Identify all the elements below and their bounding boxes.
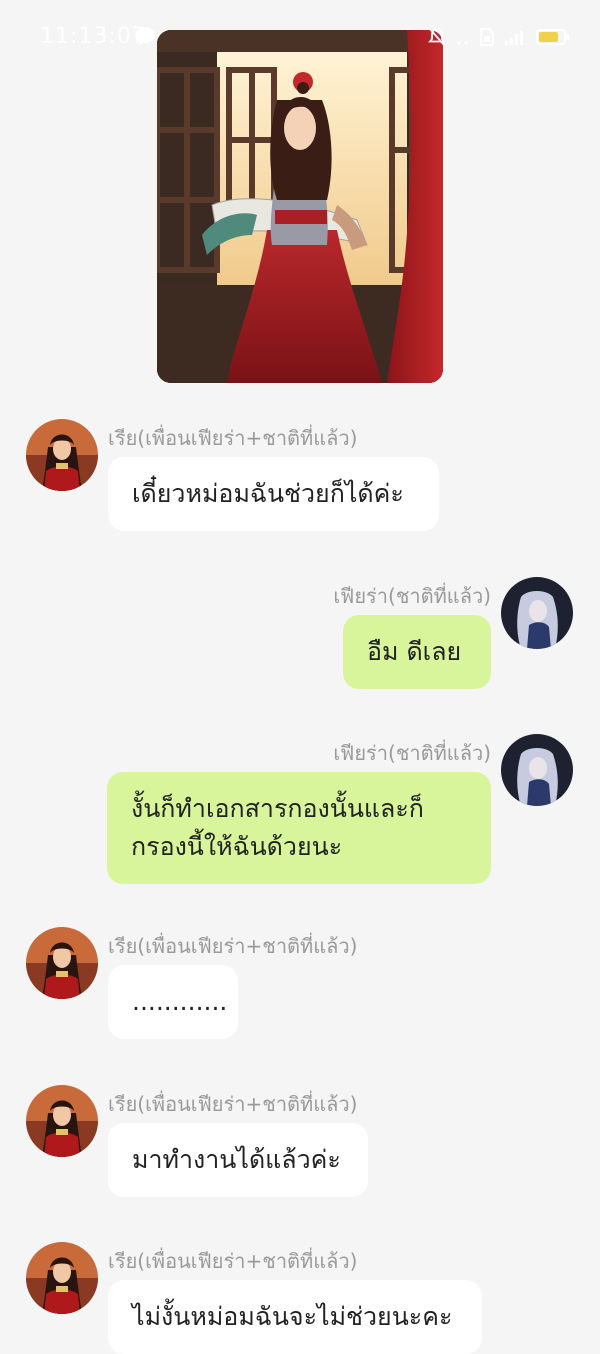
data-activity-icon <box>457 41 468 45</box>
user-avatar[interactable] <box>501 577 573 649</box>
status-time: 11:13:07 <box>40 24 147 49</box>
message-bubble-outgoing[interactable]: อืม ดีเลย <box>343 615 491 689</box>
contact-avatar[interactable] <box>26 927 98 999</box>
chat-app-icon <box>135 27 155 45</box>
contact-avatar[interactable] <box>26 1242 98 1314</box>
contact-avatar[interactable] <box>26 1085 98 1157</box>
avatar-red-dress-icon <box>26 927 98 999</box>
message-bubble-incoming[interactable]: มาทำงานได้แล้วค่ะ <box>108 1123 368 1197</box>
status-bar: 11:13:07 <box>0 0 600 74</box>
anime-illustration-image <box>157 30 443 383</box>
sender-name: เรีย(เพื่อนเฟียร่า+ชาติที่แล้ว) <box>108 426 358 450</box>
message-bubble-incoming[interactable]: เดี๋ยวหม่อมฉันช่วยก็ได้ค่ะ <box>108 457 439 531</box>
avatar-red-dress-icon <box>26 1085 98 1157</box>
sender-name: เรีย(เพื่อนเฟียร่า+ชาติที่แล้ว) <box>108 1092 358 1116</box>
signal-icon <box>505 30 523 45</box>
sender-name: เรีย(เพื่อนเฟียร่า+ชาติที่แล้ว) <box>108 934 358 958</box>
sender-name: เฟียร่า(ชาติที่แล้ว) <box>333 741 491 765</box>
message-bubble-incoming[interactable]: ............ <box>108 965 238 1039</box>
contact-avatar[interactable] <box>26 419 98 491</box>
avatar-silver-hair-icon <box>501 577 573 649</box>
battery-level-fill <box>539 32 558 42</box>
message-bubble-outgoing[interactable]: งั้นก็ทำเอกสารกองนั้นและก็ กรองนี้ให้ฉัน… <box>107 772 491 884</box>
sender-name: เฟียร่า(ชาติที่แล้ว) <box>333 584 491 608</box>
battery-icon <box>536 29 569 45</box>
sender-name: เรีย(เพื่อนเฟียร่า+ชาติที่แล้ว) <box>108 1249 358 1273</box>
avatar-red-dress-icon <box>26 419 98 491</box>
message-bubble-incoming[interactable]: ไม่งั้นหม่อมฉันจะไม่ช่วยนะคะ <box>108 1280 482 1354</box>
user-avatar[interactable] <box>501 734 573 806</box>
avatar-silver-hair-icon <box>501 734 573 806</box>
shared-image-message[interactable] <box>157 30 443 383</box>
avatar-red-dress-icon <box>26 1242 98 1314</box>
mute-icon <box>428 28 446 46</box>
sim-card-icon <box>480 28 494 46</box>
